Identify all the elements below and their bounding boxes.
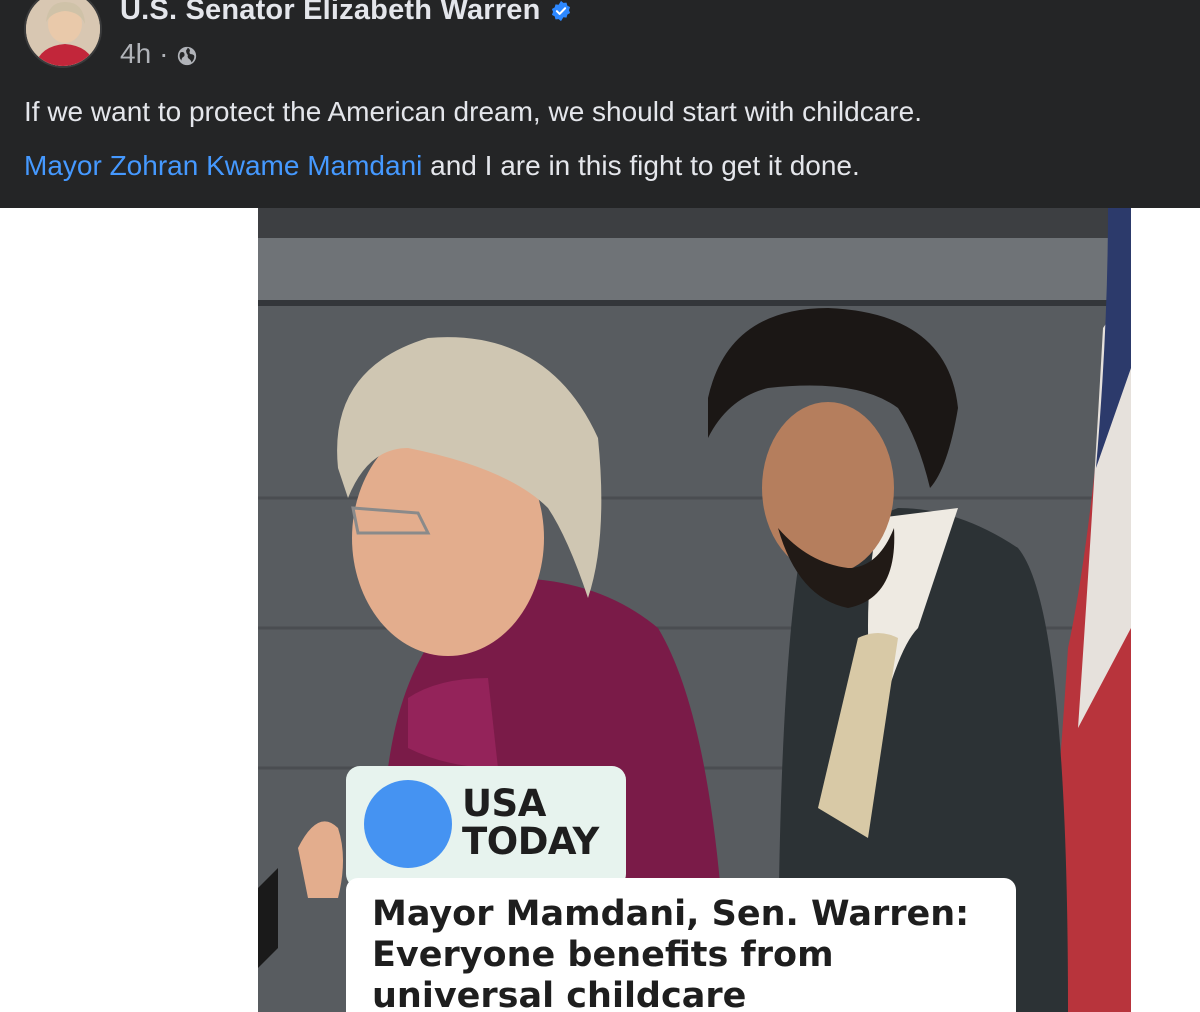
meta-separator: · [159, 38, 169, 69]
globe-icon[interactable] [176, 45, 198, 67]
author-avatar[interactable] [24, 0, 102, 68]
verified-badge-icon [552, 0, 571, 21]
usa-today-word-2: TODAY [462, 820, 599, 863]
post-photo[interactable]: USA TODAY Mayor Mamdani, Sen. Warren: Ev… [258, 208, 1131, 1012]
usa-today-word-1: USA [462, 782, 546, 825]
post-meta: 4h · [120, 38, 198, 70]
post-text-line1: If we want to protect the American dream… [24, 96, 922, 127]
author-name[interactable]: U.S. Senator Elizabeth Warren [120, 0, 540, 27]
mention-link[interactable]: Mayor Zohran Kwame Mamdani [24, 150, 422, 181]
post-text-line2: Mayor Zohran Kwame Mamdani and I are in … [24, 146, 860, 186]
post-header: U.S. Senator Elizabeth Warren 4h · If we… [0, 0, 1200, 208]
usa-today-logo: USA TODAY [346, 766, 626, 888]
usa-today-dot [364, 780, 452, 868]
headline-card[interactable]: Mayor Mamdani, Sen. Warren: Everyone ben… [346, 878, 1016, 1012]
article-headline: Mayor Mamdani, Sen. Warren: Everyone ben… [372, 894, 970, 1012]
post-text-line2-rest: and I are in this fight to get it done. [422, 150, 860, 181]
author-name-row: U.S. Senator Elizabeth Warren [120, 0, 572, 27]
post-time[interactable]: 4h [120, 38, 151, 70]
